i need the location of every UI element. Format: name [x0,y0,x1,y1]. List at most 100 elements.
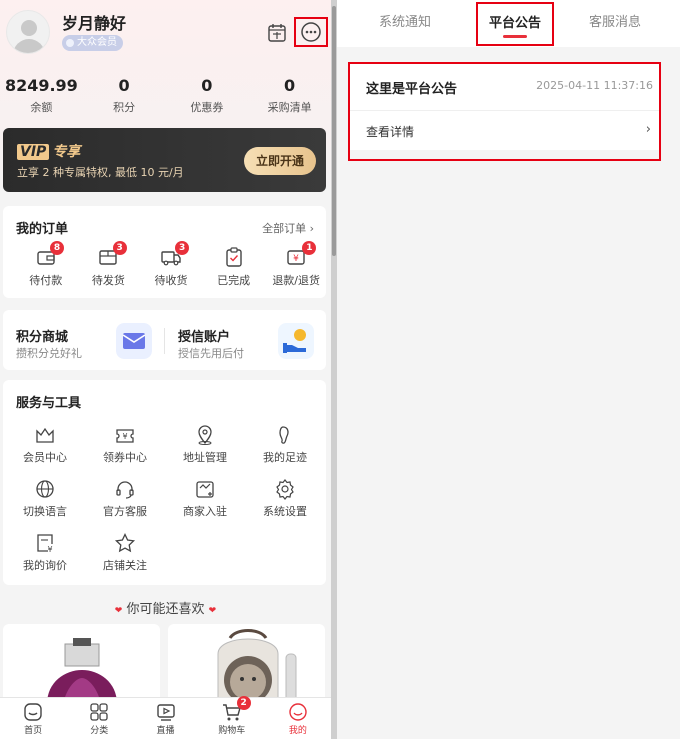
scrollbar-thumb[interactable] [332,6,336,256]
product-card[interactable] [168,624,325,704]
live-icon [156,704,175,721]
points-mall-title: 积分商城 [16,330,69,345]
globe-icon [36,480,54,498]
svg-text:¥: ¥ [47,545,52,554]
vip-activate-button[interactable]: 立即开通 [244,147,316,175]
profile-panel: 岁月静好 大众会员 8249.99 余额 0 积分 0 优惠券 0 采购清单 V… [0,0,331,739]
product-image-pet-backpack [217,629,297,704]
avatar[interactable] [6,10,50,54]
points-mall-entry[interactable]: 积分商城 攒积分兑好礼 [3,310,164,370]
services-tools-card: 服务与工具 会员中心 ¥ 领券中心 地址管理 我的足迹 切换语言 官方客服 商家… [3,380,326,585]
member-level-badge[interactable]: 大众会员 [62,35,123,51]
recommendations-heading: ❤ 你可能还喜欢 ❤ [0,598,331,617]
tools-grid: 会员中心 ¥ 领券中心 地址管理 我的足迹 切换语言 官方客服 商家入驻 系统设… [5,424,325,573]
bottom-tab-bar: 首页 分类 直播 2 购物车 我的 [0,696,331,739]
order-status-label: 待发货 [91,274,125,287]
stat-value: 0 [118,76,130,95]
tab-customer-service[interactable]: 客服消息 [571,0,659,47]
tab-platform-announcements[interactable]: 平台公告 [476,2,554,46]
tool-official-support[interactable]: 官方客服 [85,478,165,519]
tool-system-settings[interactable]: 系统设置 [245,478,325,519]
stat-points[interactable]: 0 积分 [83,76,166,116]
clipboard-check-icon [225,247,242,267]
order-completed[interactable]: 已完成 [204,246,264,288]
recommendations-label: 你可能还喜欢 [126,602,205,617]
orders-card: 我的订单 全部订单 › 8 待付款 3 待发货 3 待收货 已完成 ¥ 1 退款… [3,206,326,298]
credit-account-title: 授信账户 [178,330,231,345]
chevron-right-icon: › [306,222,314,235]
store-icon [196,481,214,498]
product-image-perfume [47,638,117,704]
crown-icon [36,427,54,443]
tab-home[interactable]: 首页 [0,698,66,739]
tool-my-inquiries[interactable]: ¥ 我的询价 [5,532,85,573]
tab-system-notifications[interactable]: 系统通知 [361,0,449,47]
svg-text:¥: ¥ [293,254,299,264]
category-icon [90,703,108,721]
divider [350,110,659,111]
tool-label: 商家入驻 [183,505,227,518]
stat-purchase-list[interactable]: 0 采购清单 [248,76,331,116]
order-refund[interactable]: ¥ 1 退款/退货 [266,241,326,288]
gear-icon [276,479,294,500]
announcement-timestamp: 2025-04-11 11:37:16 [536,79,653,92]
count-badge: 3 [175,241,190,255]
tab-label: 直播 [156,726,175,736]
order-status-row: 8 待付款 3 待发货 3 待收货 已完成 ¥ 1 退款/退货 [3,241,326,288]
stat-label: 积分 [113,101,136,114]
heart-icon: ❤ [114,606,123,616]
points-mall-icon [116,323,152,359]
tab-label: 购物车 [218,726,246,736]
tab-cart[interactable]: 2 购物车 [199,696,265,739]
announcement-card[interactable]: 这里是平台公告 2025-04-11 11:37:16 查看详情 › [348,62,661,161]
tool-my-footprints[interactable]: 我的足迹 [245,424,325,465]
inquiry-icon: ¥ [37,534,53,554]
tab-live[interactable]: 直播 [132,698,198,739]
tool-label: 我的足迹 [263,451,307,464]
stat-balance[interactable]: 8249.99 余额 [0,76,83,116]
vip-logo-prefix: VIP [17,144,50,160]
product-card[interactable] [3,624,160,704]
points-mall-subtitle: 攒积分兑好礼 [16,347,82,360]
chevron-right-icon: › [645,122,651,137]
tool-label: 领券中心 [103,451,147,464]
tab-label: 平台公告 [488,16,541,31]
cart-count-badge: 2 [236,696,251,710]
card-footer-gap [350,150,659,159]
count-badge: 1 [302,241,317,255]
count-badge: 3 [112,241,127,255]
message-tabs: 系统通知 平台公告 客服消息 [337,0,680,47]
tool-label: 切换语言 [23,505,67,518]
order-pending-shipment[interactable]: 3 待发货 [79,241,139,288]
username: 岁月静好 [62,14,127,33]
announcement-title: 这里是平台公告 [366,82,458,97]
stat-label: 采购清单 [267,101,312,114]
tool-label: 系统设置 [263,505,307,518]
view-details-link[interactable]: 查看详情 [366,123,414,140]
services-tools-title: 服务与工具 [16,396,82,411]
tool-coupon-center[interactable]: ¥ 领券中心 [85,424,165,465]
stat-value: 8249.99 [4,76,78,95]
sign-in-icon[interactable] [266,21,288,43]
order-pending-payment[interactable]: 8 待付款 [16,241,76,288]
tool-switch-language[interactable]: 切换语言 [5,478,85,519]
stat-value: 0 [201,76,213,95]
vip-banner[interactable]: VIP 专享 立享 2 种专属特权, 最低 10 元/月 立即开通 [3,128,326,192]
all-orders-label: 全部订单 [262,222,307,235]
all-orders-link[interactable]: 全部订单 › [262,220,314,236]
count-badge: 8 [50,241,64,255]
order-pending-receipt[interactable]: 3 待收货 [141,241,201,288]
tab-category[interactable]: 分类 [66,698,132,739]
headset-icon [116,481,134,499]
tool-address-management[interactable]: 地址管理 [165,424,245,465]
stat-coupons[interactable]: 0 优惠券 [166,76,249,116]
order-status-label: 已完成 [217,274,251,287]
message-button[interactable] [294,17,328,47]
tool-followed-stores[interactable]: 店铺关注 [85,532,165,573]
tab-profile[interactable]: 我的 [265,698,331,739]
tool-label: 我的询价 [23,559,67,572]
tool-merchant-join[interactable]: 商家入驻 [165,478,245,519]
vip-title: 专享 [52,144,81,160]
tool-member-center[interactable]: 会员中心 [5,424,85,465]
credit-account-entry[interactable]: 授信账户 授信先用后付 [165,310,326,370]
